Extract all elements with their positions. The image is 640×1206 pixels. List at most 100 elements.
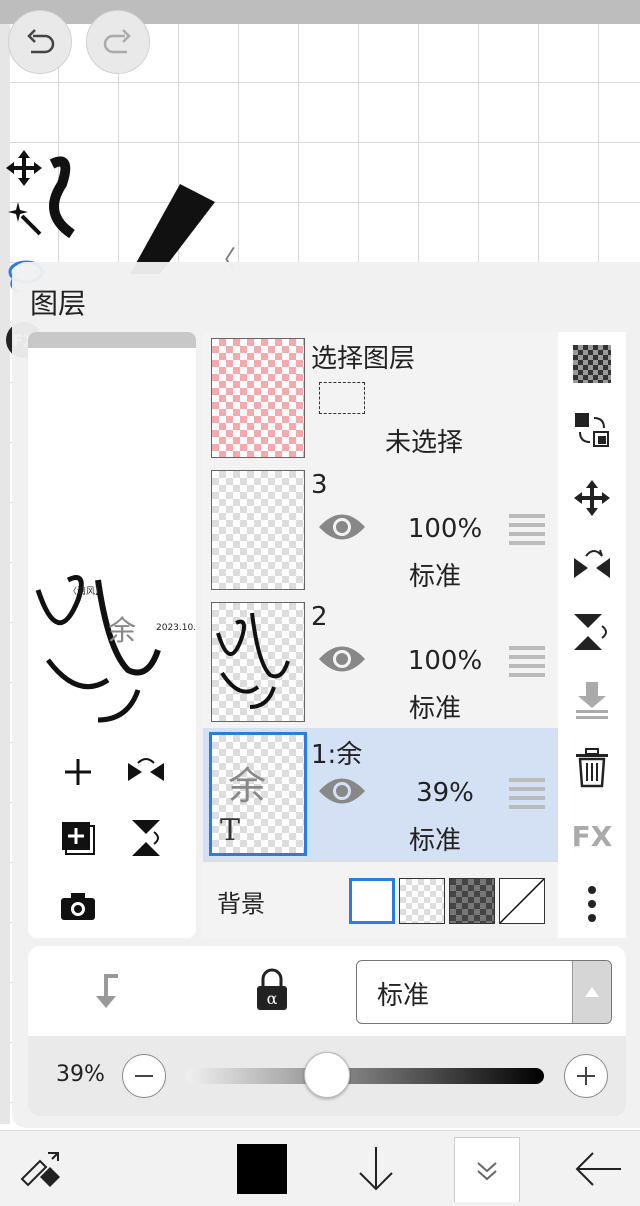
visibility-eye-icon[interactable] [317,774,367,808]
swap-layers-icon [575,413,609,447]
svg-text:2023.10.12: 2023.10.12 [156,623,196,633]
flip-vertical-button[interactable] [118,810,174,866]
move-layer-button[interactable] [568,474,616,522]
opacity-row: 39% [28,1036,626,1116]
selection-marquee-icon [319,382,365,414]
clip-layer-button[interactable] [88,972,124,1016]
flip-horizontal-layer-button[interactable] [568,542,616,590]
magic-wand-icon [8,202,42,236]
layer-thumb-char: 余 [228,764,267,808]
camera-button[interactable] [50,878,106,934]
background-row: 背景 [203,862,558,938]
flip-horizontal-icon [574,549,610,578]
color-swatch [237,1144,287,1194]
add-layer-icon [62,822,95,855]
alpha-lock-button[interactable]: α [254,968,290,1016]
layer-thumbnail: 余 T [209,732,307,856]
layer-opacity: 100% [407,646,483,676]
more-icon [588,886,596,922]
bg-checker-dark-swatch[interactable] [449,878,495,924]
move-tool[interactable] [2,146,46,190]
delete-layer-button[interactable] [568,744,616,792]
collapse-panel-button[interactable] [454,1137,520,1202]
add-layer-button[interactable] [50,744,106,800]
opacity-slider-track[interactable] [186,1068,544,1084]
layer-down-button[interactable] [344,1137,408,1201]
opacity-decrease-button[interactable] [122,1054,166,1098]
layer-row-selected[interactable]: 余 T 1:余 39% 标准 [203,728,558,862]
fx-button[interactable]: FX [568,812,616,860]
redo-button[interactable] [86,10,150,74]
layer-controls: α 标准 [28,946,626,1036]
selection-thumbnail [211,338,305,458]
layer-name: 2 [311,602,328,632]
layer-blend-mode: 标准 [408,826,461,856]
visibility-eye-icon[interactable] [317,510,367,544]
canvas-preview: 余 2023.10.12 〈清风】 [28,332,196,938]
blend-mode-value: 标准 [377,981,430,1011]
undo-button[interactable] [8,10,72,74]
bottom-toolbar [0,1130,640,1206]
drag-handle-icon[interactable] [509,646,545,682]
layer-name: 1:余 [311,740,363,770]
opacity-increase-button[interactable] [564,1054,608,1098]
color-swatch-button[interactable] [230,1137,294,1201]
panel-title: 图层 [30,287,87,320]
camera-icon [61,893,95,920]
bg-white-swatch[interactable] [349,878,395,924]
drag-handle-icon[interactable] [509,514,545,550]
dropdown-arrow-icon [572,961,611,1023]
move-icon [574,480,610,516]
select-layer-status: 未选择 [385,428,464,458]
arrow-down-icon [359,1147,393,1191]
layer-thumbnail [211,470,305,590]
merge-down-button[interactable] [568,676,616,724]
brush-swap-icon [20,1152,60,1187]
layer-blend-mode: 标准 [408,562,461,592]
minus-icon [135,1075,153,1077]
alpha-lock-icon: α [257,968,287,1010]
layer-thumbnail [211,602,305,722]
add-icon [65,759,91,785]
flip-vertical-layer-button[interactable] [568,608,616,656]
magic-wand-tool[interactable] [2,196,46,240]
blend-mode-select[interactable]: 标准 [356,960,612,1024]
visibility-eye-icon[interactable] [317,642,367,676]
svg-text:α: α [267,989,278,1008]
bg-checker-light-swatch[interactable] [399,878,445,924]
more-button[interactable] [568,880,616,928]
svg-text:〈清风】: 〈清风】 [68,585,104,597]
back-button[interactable] [566,1137,630,1201]
select-layer-row[interactable]: 选择图层 未选择 [203,332,558,466]
move-icon [6,150,42,186]
svg-text:余: 余 [108,614,136,647]
layer-blend-mode: 标准 [408,694,461,724]
flip-horizontal-button[interactable] [118,744,174,800]
checker-icon [573,345,611,383]
layer-row[interactable]: 2 100% 标准 [203,596,558,730]
background-label: 背景 [217,890,265,918]
layer-opacity: 100% [407,514,483,544]
add-layer-copy-button[interactable] [50,810,106,866]
merge-down-icon [576,682,608,719]
layer-list: 选择图层 未选择 3 100% 标准 2 100% 标准 余 T 1:余 39%… [203,332,558,938]
collapse-icon [477,1162,497,1181]
bg-none-swatch[interactable] [499,878,545,924]
layer-opacity: 39% [416,778,474,808]
swap-layers-button[interactable] [568,406,616,454]
flip-vertical-icon [132,820,160,856]
brush-swap-button[interactable] [8,1137,72,1201]
flip-horizontal-icon [128,758,164,781]
back-arrow-icon [575,1152,621,1186]
undo-icon [27,29,55,54]
transparency-button[interactable] [568,340,616,388]
layer-tools-bar: FX [558,332,626,938]
drag-handle-icon[interactable] [509,778,545,814]
layer-name: 3 [311,470,328,500]
preview-thumbnail: 余 2023.10.12 〈清风】 [35,575,196,723]
layer-row[interactable]: 3 100% 标准 [203,464,558,598]
redo-icon [103,29,131,54]
plus-icon [577,1067,595,1085]
opacity-label: 39% [56,1062,105,1087]
opacity-slider-handle[interactable] [303,1052,350,1098]
